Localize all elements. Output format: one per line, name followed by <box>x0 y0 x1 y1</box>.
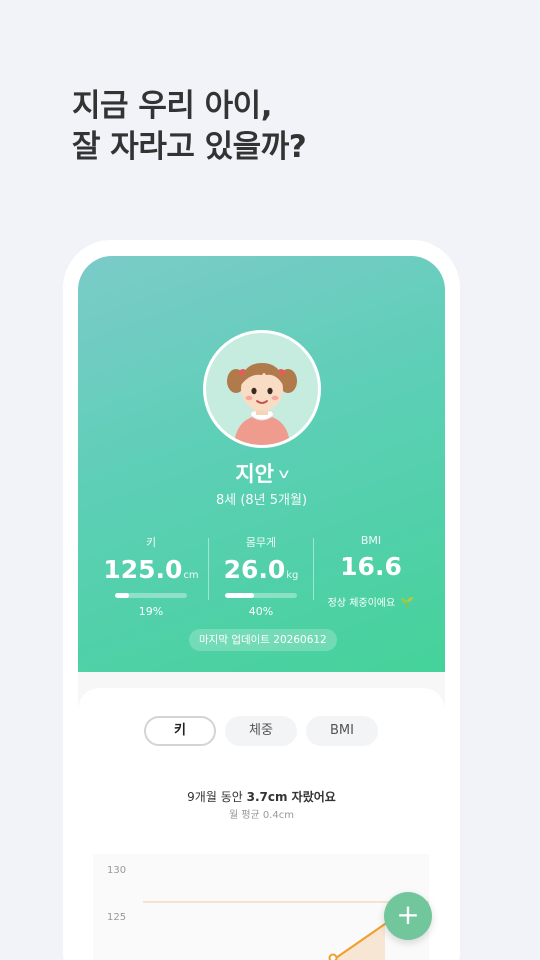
tab-weight[interactable]: 체중 <box>225 716 297 746</box>
girl-avatar-icon <box>227 363 297 445</box>
bmi-value: 16.6 <box>340 552 402 581</box>
child-name: 지안 <box>235 462 274 486</box>
child-selector[interactable]: 지안 v <box>78 458 445 488</box>
weight-value-row: 26.0kg <box>206 555 316 584</box>
add-record-button[interactable]: + <box>384 892 432 940</box>
child-age: 8세 (8년 5개월) <box>215 493 308 508</box>
weight-label: 몸무게 <box>245 536 277 549</box>
headline: 지금 우리 아이, 잘 자라고 있을까? <box>72 86 307 168</box>
chart-point <box>328 953 338 960</box>
height-percentile-fill <box>115 593 129 598</box>
summary-highlight: 3.7cm 자랐어요 <box>246 790 336 804</box>
height-label: 키 <box>145 536 157 549</box>
weight-percentile-fill <box>225 593 254 598</box>
weight-percentile-bar <box>225 593 297 598</box>
weight-unit: kg <box>286 570 299 581</box>
bmi-note: 정상 체중이에요 <box>327 598 396 609</box>
headline-line-2: 잘 자라고 있을까? <box>72 129 307 165</box>
growth-chart: 130 125 <box>93 854 429 960</box>
growth-summary: 9개월 동안 3.7cm 자랐어요 <box>78 788 445 805</box>
child-avatar[interactable] <box>203 330 321 448</box>
height-unit: cm <box>183 570 199 581</box>
profile-header: 지안 v 8세 (8년 5개월) 키 125.0cm 19% 몸무게 26.0kg… <box>78 256 445 672</box>
height-value: 125.0 <box>103 555 183 584</box>
bmi-label: BMI <box>360 534 382 547</box>
last-updated-badge: 마지막 업데이트 20260612 <box>189 629 337 651</box>
weight-percentile: 40% <box>248 605 274 618</box>
y-tick-130: 130 <box>107 865 126 876</box>
stats-row: 키 125.0cm 19% 몸무게 26.0kg 40% BMI 16.6 정상… <box>78 534 445 620</box>
height-percentile: 19% <box>138 605 164 618</box>
headline-line-1: 지금 우리 아이, <box>72 88 272 124</box>
stat-divider <box>313 538 314 600</box>
bmi-note-row: 정상 체중이에요 <box>316 594 426 609</box>
tab-height[interactable]: 키 <box>144 716 216 746</box>
sprout-icon <box>401 597 414 608</box>
chevron-down-icon: v <box>278 467 290 482</box>
growth-chart-svg: 130 125 <box>107 865 429 960</box>
summary-prefix: 9개월 동안 <box>187 790 247 804</box>
tab-bmi[interactable]: BMI <box>306 716 378 746</box>
bmi-stat: BMI 16.6 정상 체중이에요 <box>316 534 426 609</box>
weight-value: 26.0 <box>223 555 286 584</box>
y-tick-125: 125 <box>107 912 126 923</box>
height-percentile-bar <box>115 593 187 598</box>
monthly-average: 월 평균 0.4cm <box>228 810 295 821</box>
height-stat: 키 125.0cm 19% <box>96 534 206 618</box>
height-value-row: 125.0cm <box>96 555 206 584</box>
weight-stat: 몸무게 26.0kg 40% <box>206 534 316 618</box>
